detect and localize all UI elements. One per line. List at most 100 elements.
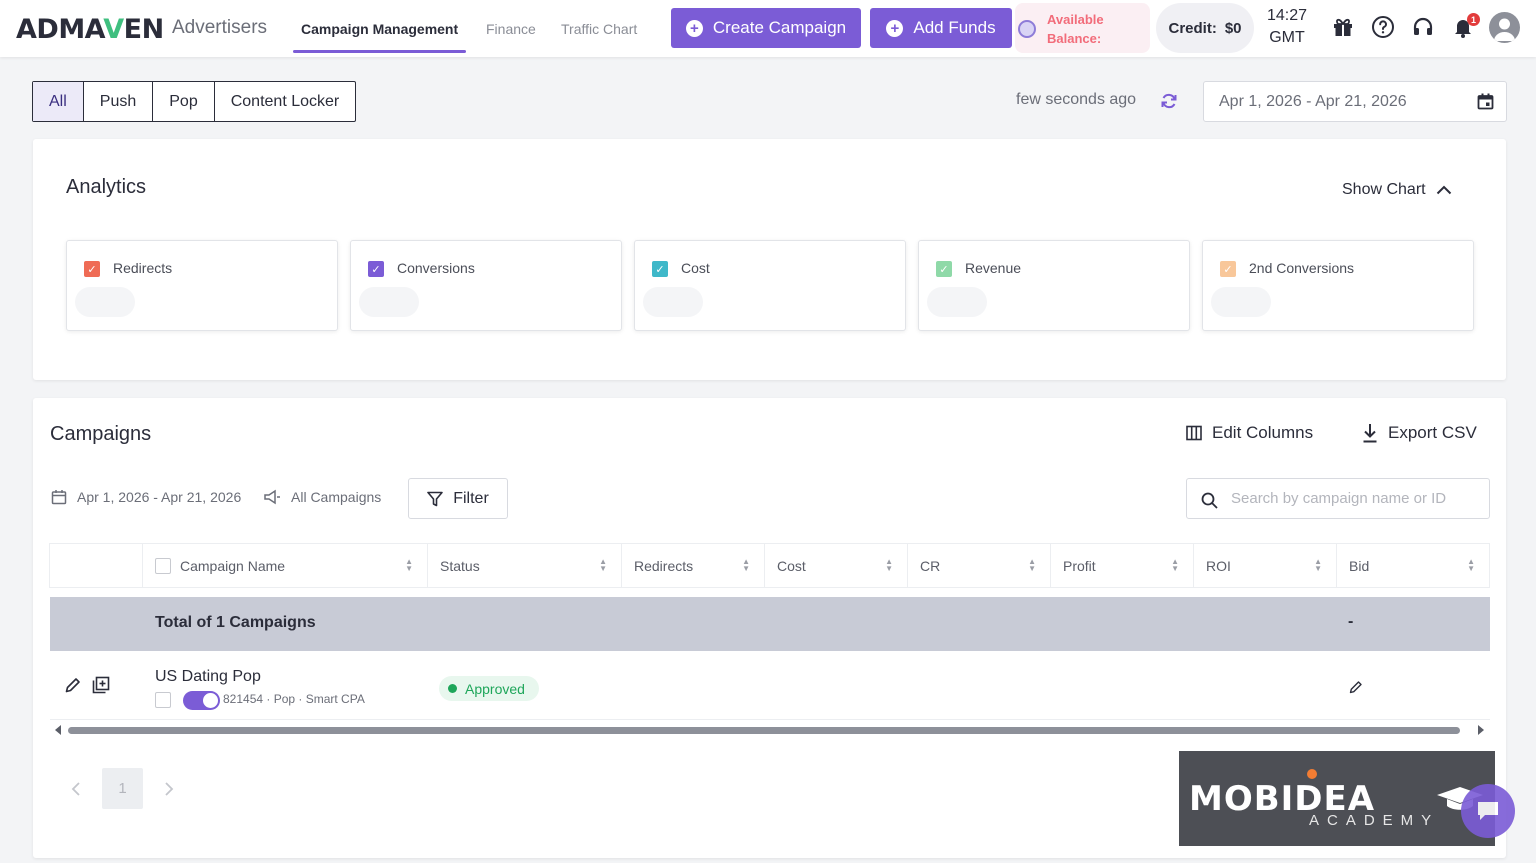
available-balance[interactable]: Available Balance: [1015, 3, 1150, 53]
logo-dot [1307, 769, 1317, 779]
plus-icon: + [685, 19, 703, 37]
sort-icon[interactable]: ▲ ▼ [1467, 558, 1475, 573]
type-push-button[interactable]: Push [82, 82, 152, 121]
metric-value-placeholder [643, 287, 703, 317]
redirects-checkbox[interactable]: ✓ [84, 261, 100, 277]
date-range-value: Apr 1, 2026 - Apr 21, 2026 [1219, 93, 1407, 110]
campaigns-date-info: Apr 1, 2026 - Apr 21, 2026 [51, 489, 241, 505]
sort-icon[interactable]: ▲ ▼ [885, 558, 893, 573]
scroll-right-icon[interactable] [1477, 725, 1485, 735]
column-campaign-name[interactable]: Campaign Name ▲ ▼ [142, 544, 427, 587]
page-button-current[interactable]: 1 [102, 768, 143, 809]
filter-button[interactable]: Filter [408, 478, 508, 519]
next-page-button[interactable] [148, 768, 189, 809]
last-updated-text: few seconds ago [1016, 91, 1137, 108]
notification-badge: 1 [1467, 13, 1480, 26]
conversions-checkbox[interactable]: ✓ [368, 261, 384, 277]
sort-icon[interactable]: ▲ ▼ [599, 558, 607, 573]
mobidea-academy-watermark: MOBIDEA ACADEMY [1179, 751, 1495, 846]
scroll-left-icon[interactable] [54, 725, 62, 735]
analytics-title: Analytics [66, 176, 147, 198]
metric-value-placeholder [359, 287, 419, 317]
type-all-button[interactable]: All [33, 82, 83, 121]
credit-label: Credit: [1168, 19, 1217, 37]
add-funds-button[interactable]: + Add Funds [870, 8, 1012, 48]
wallet-icon [1018, 20, 1036, 38]
sort-icon[interactable]: ▲ ▼ [1314, 558, 1322, 573]
chevron-right-icon [164, 781, 173, 796]
column-cost[interactable]: Cost ▲ ▼ [764, 544, 907, 587]
revenue-checkbox[interactable]: ✓ [936, 261, 952, 277]
calendar-icon [1477, 93, 1494, 110]
sort-icon[interactable]: ▲ ▼ [1028, 558, 1036, 573]
prev-page-button[interactable] [55, 768, 96, 809]
cost-checkbox[interactable]: ✓ [652, 261, 668, 277]
campaign-meta: 821454 · Pop · Smart CPA [223, 692, 365, 706]
campaigns-title: Campaigns [50, 423, 152, 445]
campaigns-date-range: Apr 1, 2026 - Apr 21, 2026 [77, 489, 242, 505]
column-cr[interactable]: CR ▲ ▼ [907, 544, 1050, 587]
duplicate-icon[interactable] [92, 676, 110, 694]
horizontal-scrollbar[interactable] [50, 723, 1490, 737]
user-avatar[interactable] [1489, 12, 1520, 43]
row-checkbox[interactable] [155, 692, 171, 708]
search-input[interactable] [1231, 479, 1481, 518]
column-profit[interactable]: Profit ▲ ▼ [1050, 544, 1193, 587]
column-label: Redirects [634, 557, 694, 574]
column-label: Status [440, 557, 480, 574]
scrollbar-thumb[interactable] [68, 727, 1460, 734]
metric-value-placeholder [75, 287, 135, 317]
edit-bid-icon[interactable] [1349, 680, 1363, 694]
filter-label: Filter [453, 489, 489, 507]
admaven-logo[interactable]: ADMAVEN [16, 14, 164, 45]
type-content-locker-button[interactable]: Content Locker [213, 82, 356, 121]
column-redirects[interactable]: Redirects ▲ ▼ [621, 544, 764, 587]
headset-icon[interactable] [1411, 15, 1435, 39]
column-label: Cost [777, 557, 806, 574]
campaign-search [1186, 478, 1490, 519]
chat-widget-button[interactable] [1461, 784, 1515, 838]
total-label: Total of 1 Campaigns [155, 614, 316, 631]
nav-traffic-chart[interactable]: Traffic Chart [561, 0, 637, 57]
campaign-active-toggle[interactable] [183, 691, 220, 710]
add-funds-label: Add Funds [913, 18, 996, 37]
table-total-row: Total of 1 Campaigns - [50, 597, 1490, 651]
sort-icon[interactable]: ▲ ▼ [1171, 558, 1179, 573]
watermark-sub: ACADEMY [1309, 812, 1440, 829]
edit-columns-button[interactable]: Edit Columns [1186, 423, 1313, 443]
table-row: US Dating Pop 821454 · Pop · Smart CPA A… [50, 656, 1490, 720]
edit-columns-label: Edit Columns [1212, 423, 1314, 442]
column-label: Profit [1063, 557, 1096, 574]
column-label: ROI [1206, 557, 1231, 574]
credit-value: $0 [1224, 19, 1242, 37]
edit-icon[interactable] [64, 676, 82, 694]
help-icon[interactable] [1371, 15, 1395, 39]
date-range-picker[interactable]: Apr 1, 2026 - Apr 21, 2026 [1203, 81, 1507, 122]
campaign-name[interactable]: US Dating Pop [155, 668, 261, 686]
type-pop-button[interactable]: Pop [152, 82, 213, 121]
sort-icon[interactable]: ▲ ▼ [742, 558, 750, 573]
gift-icon[interactable] [1331, 15, 1355, 39]
show-chart-toggle[interactable]: Show Chart [1342, 181, 1452, 199]
column-bid[interactable]: Bid ▲ ▼ [1336, 544, 1489, 587]
metric-label: Cost [681, 260, 710, 276]
export-csv-button[interactable]: Export CSV [1362, 423, 1477, 443]
campaign-type-filter: All Push Pop Content Locker [32, 81, 357, 122]
metric-label: Redirects [113, 260, 173, 276]
top-bar: ADMAVEN Advertisers Campaign Management … [0, 0, 1536, 57]
nav-finance[interactable]: Finance [486, 0, 536, 57]
sort-icon[interactable]: ▲ ▼ [405, 558, 413, 573]
column-label: Bid [1349, 557, 1370, 574]
download-icon [1363, 424, 1377, 443]
2nd-conversions-checkbox[interactable]: ✓ [1220, 261, 1236, 277]
chat-icon [1478, 802, 1498, 820]
create-campaign-button[interactable]: + Create Campaign [671, 8, 861, 48]
show-chart-label: Show Chart [1342, 181, 1426, 198]
column-roi[interactable]: ROI ▲ ▼ [1193, 544, 1336, 587]
status-badge: Approved [439, 676, 539, 701]
select-all-checkbox[interactable] [155, 557, 171, 574]
metric-label: Revenue [965, 260, 1022, 276]
refresh-icon[interactable] [1160, 92, 1178, 110]
nav-campaign-management[interactable]: Campaign Management [292, 0, 467, 57]
column-status[interactable]: Status ▲ ▼ [427, 544, 621, 587]
